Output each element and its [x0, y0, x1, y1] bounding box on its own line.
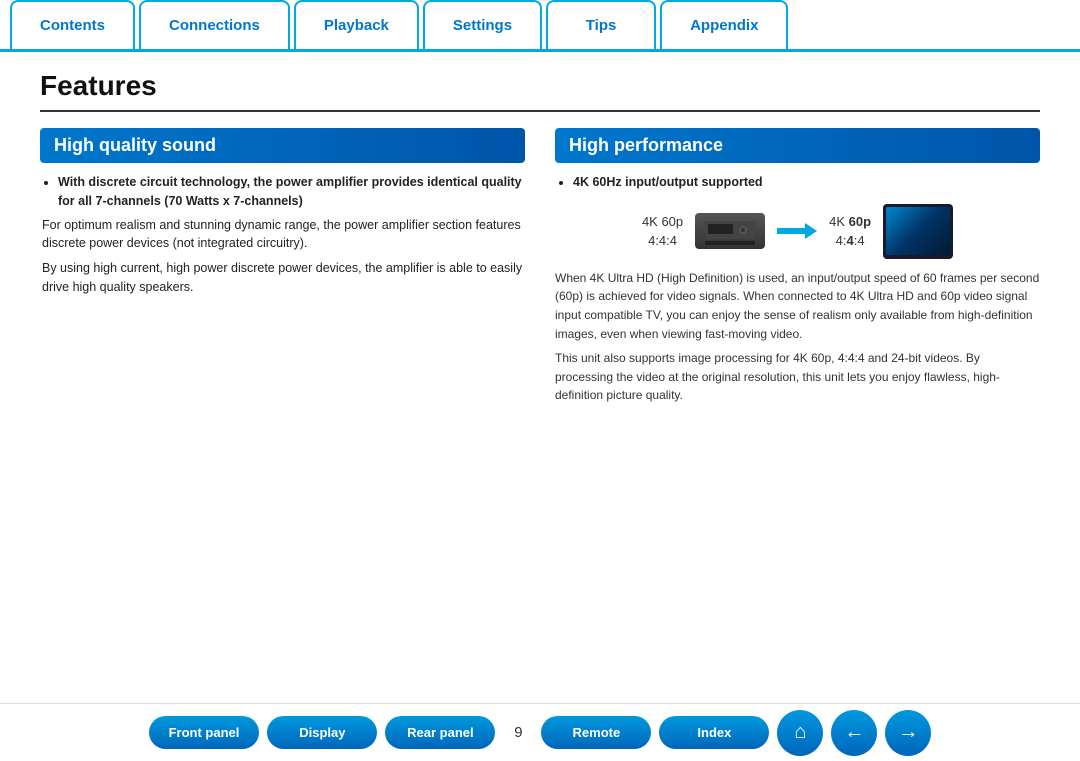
forward-icon: →: [898, 721, 918, 744]
back-button[interactable]: ←: [831, 710, 877, 756]
main-content: Features High quality sound With discret…: [0, 52, 1080, 429]
left-section-header: High quality sound: [40, 128, 525, 163]
forward-button[interactable]: →: [885, 710, 931, 756]
tv-screen: [886, 207, 950, 255]
display-button[interactable]: Display: [267, 716, 377, 749]
source-label: 4K 60p 4:4:4: [642, 212, 683, 251]
remote-button[interactable]: Remote: [541, 716, 651, 749]
receiver-icon: [695, 213, 765, 249]
index-button[interactable]: Index: [659, 716, 769, 749]
tab-playback[interactable]: Playback: [294, 0, 419, 49]
right-desc1: When 4K Ultra HD (High Definition) is us…: [555, 269, 1040, 343]
tv-icon: [883, 204, 953, 259]
bottom-navigation: Front panel Display Rear panel 9 Remote …: [0, 703, 1080, 761]
rear-panel-button[interactable]: Rear panel: [385, 716, 495, 749]
source-label-line2: 4:4:4: [642, 231, 683, 251]
left-bullet-bold: With discrete circuit technology, the po…: [58, 175, 522, 208]
left-section: High quality sound With discrete circuit…: [40, 128, 525, 405]
home-icon: ⌂: [794, 721, 806, 744]
right-section: High performance 4K 60Hz input/output su…: [555, 128, 1040, 405]
front-panel-button[interactable]: Front panel: [149, 716, 260, 749]
right-section-body: 4K 60Hz input/output supported 4K 60p 4:…: [555, 173, 1040, 405]
left-section-body: With discrete circuit technology, the po…: [40, 173, 525, 297]
right-section-header: High performance: [555, 128, 1040, 163]
sections-row: High quality sound With discrete circuit…: [40, 128, 1040, 405]
tab-tips[interactable]: Tips: [546, 0, 656, 49]
right-bullet-bold: 4K 60Hz input/output supported: [573, 175, 763, 189]
dest-label: 4K 60p 4:4:4: [829, 212, 871, 251]
source-label-line1: 4K 60p: [642, 212, 683, 232]
dest-label-line2: 4:4:4: [829, 231, 871, 251]
home-button[interactable]: ⌂: [777, 710, 823, 756]
top-navigation: Contents Connections Playback Settings T…: [0, 0, 1080, 52]
4k-diagram: 4K 60p 4:4:4: [555, 204, 1040, 259]
tab-contents[interactable]: Contents: [10, 0, 135, 49]
dest-label-line1: 4K 60p: [829, 212, 871, 232]
left-para1: For optimum realism and stunning dynamic…: [40, 216, 525, 254]
left-para2: By using high current, high power discre…: [40, 259, 525, 297]
page-title: Features: [40, 70, 1040, 112]
tab-settings[interactable]: Settings: [423, 0, 542, 49]
page-number: 9: [503, 724, 533, 741]
arrow-icon: [777, 220, 817, 242]
tab-connections[interactable]: Connections: [139, 0, 290, 49]
tab-appendix[interactable]: Appendix: [660, 0, 788, 49]
right-desc2: This unit also supports image processing…: [555, 349, 1040, 405]
back-icon: ←: [844, 721, 864, 744]
